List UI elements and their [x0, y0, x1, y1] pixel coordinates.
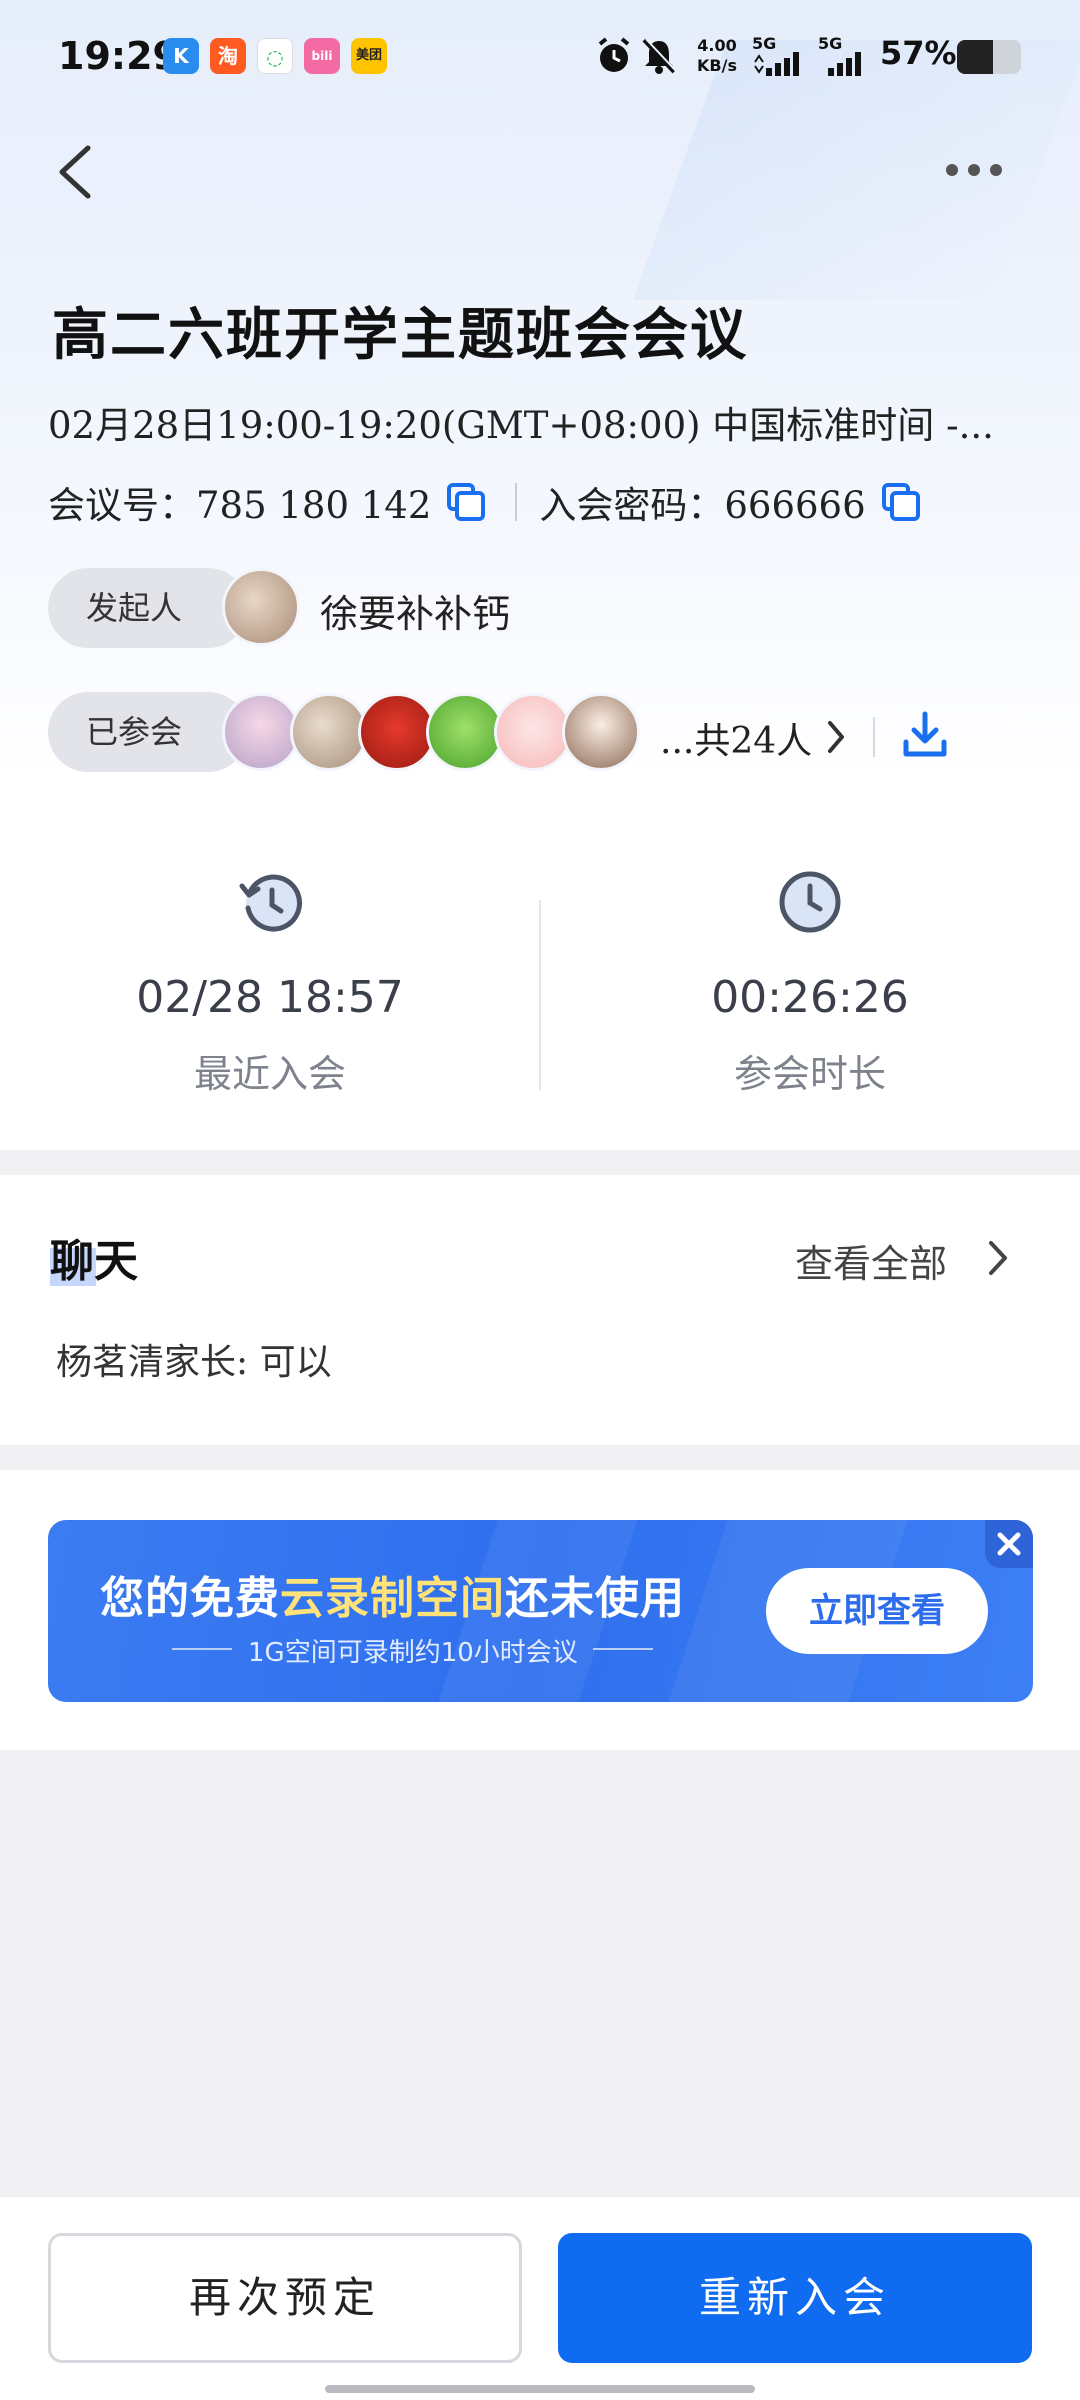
alarm-icon — [598, 37, 630, 72]
chat-title: 聊天 — [50, 1236, 138, 1287]
banner-sub-line — [593, 1648, 653, 1650]
duration-label: 参会时长 — [733, 1052, 886, 1096]
attendee-avatar — [562, 693, 640, 771]
home-indicator[interactable] — [325, 2385, 755, 2393]
clock-icon — [779, 871, 841, 933]
chevron-right-icon[interactable] — [983, 1235, 1013, 1281]
meeting-time: 02月28日19:00-19:20(GMT+08:00) 中国标准时间 -... — [48, 404, 994, 447]
battery-percent: 57% — [880, 34, 957, 72]
meituan-icon: 美团 — [351, 38, 387, 74]
close-icon — [997, 1532, 1021, 1556]
history-clock-icon — [239, 874, 303, 932]
banner-title-post: 还未使用 — [505, 1573, 685, 1624]
last-chat-message: 杨茗清家长: 可以 — [56, 1342, 332, 1383]
signal-icon — [754, 52, 799, 76]
attendee-avatar — [358, 693, 436, 771]
bilibili-icon: bili — [304, 38, 340, 74]
recent-join-label: 最近入会 — [193, 1052, 346, 1096]
organizer-name: 徐要补补钙 — [320, 592, 511, 636]
duration-value: 00:26:26 — [711, 972, 909, 1023]
meeting-detail-page: 19:29 K 淘 ◌ bili 美团 4.00 KB/s 5G 5G 57% … — [0, 0, 1080, 2400]
net-speed-value: 4.00 — [697, 36, 737, 55]
chevron-right-icon[interactable] — [822, 715, 850, 759]
attendee-divider — [873, 717, 875, 757]
meeting-title: 高二六班开学主题班会会议 — [52, 302, 748, 368]
id-divider — [515, 483, 518, 521]
signal2-icon — [828, 52, 861, 76]
meeting-id: 会议号：785 180 142 — [48, 484, 432, 527]
more-options-icon[interactable] — [944, 160, 1004, 180]
recent-join-stat: 02/28 18:57 最近入会 — [0, 780, 540, 1150]
banner-sub-line — [172, 1648, 232, 1650]
net-speed-unit: KB/s — [697, 56, 737, 75]
header-section: 19:29 K 淘 ◌ bili 美团 4.00 KB/s 5G 5G 57% … — [0, 0, 1080, 780]
net-speed: 4.00 KB/s — [692, 36, 742, 76]
organizer-avatar[interactable] — [222, 568, 300, 646]
attended-label: 已参会 — [48, 692, 248, 772]
back-arrow-icon[interactable] — [52, 142, 96, 202]
organizer-label: 发起人 — [48, 568, 248, 648]
banner-title-highlight: 云录制空间 — [280, 1573, 505, 1624]
cloud-recording-banner[interactable]: 您的免费云录制空间还未使用 1G空间可录制约10小时会议 立即查看 — [48, 1520, 1033, 1702]
reschedule-button[interactable]: 再次预定 — [48, 2233, 522, 2363]
attendee-avatar — [494, 693, 572, 771]
bottom-action-bar: 再次预定 重新入会 — [0, 2196, 1080, 2400]
battery-fill — [957, 40, 994, 74]
download-icon[interactable] — [898, 708, 952, 762]
promo-section: 您的免费云录制空间还未使用 1G空间可录制约10小时会议 立即查看 — [0, 1470, 1080, 1750]
duration-stat: 00:26:26 参会时长 — [540, 780, 1080, 1150]
meeting-id-row: 会议号：785 180 142 入会密码：666666 — [48, 475, 940, 529]
status-time: 19:29 — [58, 34, 179, 78]
banner-title: 您的免费云录制空间还未使用 — [100, 1562, 685, 1626]
view-all-link[interactable]: 查看全部 — [795, 1233, 947, 1288]
attendee-avatar — [290, 693, 368, 771]
status-bar: 19:29 K 淘 ◌ bili 美团 4.00 KB/s 5G 5G 57% — [0, 0, 1080, 115]
kugou-icon: K — [163, 38, 199, 74]
meeting-password: 入会密码：666666 — [539, 484, 866, 527]
banner-close-button[interactable] — [985, 1520, 1033, 1568]
banner-subtitle: 1G空间可录制约10小时会议 — [248, 1638, 578, 1668]
stats-section: 02/28 18:57 最近入会 00:26:26 参会时长 — [0, 780, 1080, 1150]
view-now-button[interactable]: 立即查看 — [766, 1568, 988, 1654]
attendee-avatar — [222, 693, 300, 771]
copy-id-icon[interactable] — [445, 481, 487, 523]
rejoin-button[interactable]: 重新入会 — [558, 2233, 1032, 2363]
attendee-total[interactable]: ...共24人 — [660, 712, 812, 764]
copy-password-icon[interactable] — [880, 481, 922, 523]
chat-section: 聊天 查看全部 杨茗清家长: 可以 — [0, 1175, 1080, 1445]
recent-join-value: 02/28 18:57 — [136, 972, 404, 1023]
battery-icon — [957, 40, 1021, 74]
taobao-icon: 淘 — [210, 38, 246, 74]
wechat-icon: ◌ — [257, 38, 293, 74]
banner-title-pre: 您的免费 — [100, 1573, 280, 1624]
mute-bell-icon — [642, 38, 677, 74]
attendee-avatar — [426, 693, 504, 771]
